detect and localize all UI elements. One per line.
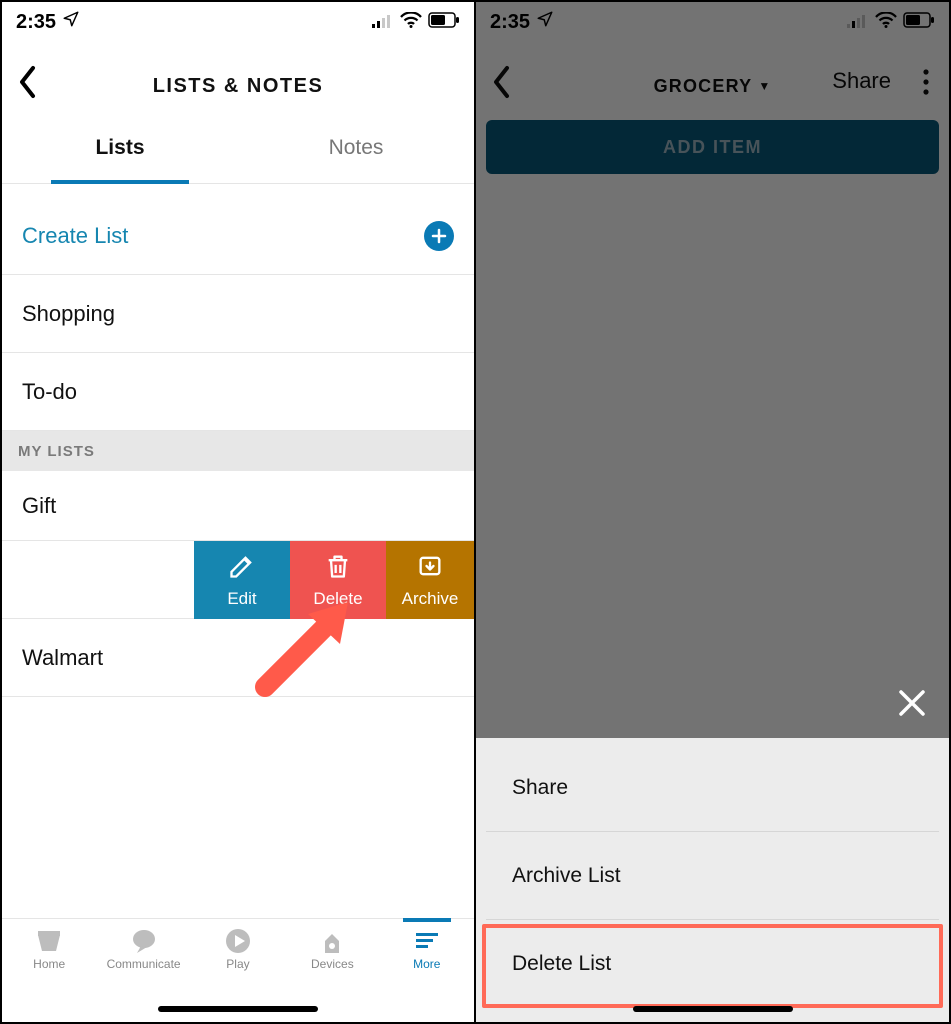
tab-more[interactable]: More [387,927,467,971]
list-row-gift[interactable]: Gift [2,471,474,541]
wifi-icon [400,11,422,34]
tab-devices-label: Devices [311,957,354,971]
tab-communicate[interactable]: Communicate [104,927,184,971]
swipe-delete-button[interactable]: Delete [290,541,386,619]
tab-communicate-label: Communicate [107,957,181,971]
clock: 2:35 [16,11,56,34]
plus-icon[interactable] [424,221,454,251]
tab-play-label: Play [226,957,249,971]
list-row-walmart[interactable]: Walmart [2,619,474,697]
home-indicator[interactable] [633,1006,793,1012]
swipe-delete-label: Delete [313,589,362,609]
location-arrow-icon [62,10,80,34]
sheet-delete[interactable]: Delete List [486,920,939,1008]
section-my-lists: MY LISTS [2,431,474,471]
action-sheet: Share Archive List Delete List [476,738,949,1022]
swipe-archive-button[interactable]: Archive [386,541,474,619]
screen-lists: 2:35 LISTS & NOTES [2,2,476,1022]
swipe-edit-label: Edit [227,589,256,609]
archive-icon [416,552,444,585]
tab-devices[interactable]: Devices [292,927,372,971]
page-title: LISTS & NOTES [153,75,324,98]
tab-notes[interactable]: Notes [238,128,474,183]
swipe-archive-label: Archive [402,589,459,609]
swipe-edit-button[interactable]: Edit [194,541,290,619]
battery-icon [428,11,460,34]
modal-backdrop[interactable] [476,2,949,738]
tabs: Lists Notes [2,128,474,184]
tab-lists[interactable]: Lists [2,128,238,183]
back-icon[interactable] [14,64,44,105]
pencil-icon [228,552,256,585]
tab-home-label: Home [33,957,65,971]
status-bar: 2:35 [2,2,474,42]
create-list-label: Create List [22,223,128,249]
screen-grocery: 2:35 [476,2,949,1022]
sheet-archive[interactable]: Archive List [486,832,939,920]
list-row-todo[interactable]: To-do [2,353,474,431]
home-indicator[interactable] [158,1006,318,1012]
header: LISTS & NOTES [2,60,474,112]
swipe-actions-row: Edit Delete Archive [2,541,474,619]
tab-play[interactable]: Play [198,927,278,971]
close-icon[interactable] [895,686,929,725]
sheet-share[interactable]: Share [486,744,939,832]
tab-more-label: More [413,957,440,971]
create-list-row[interactable]: Create List [2,197,474,275]
trash-icon [324,552,352,585]
tab-home[interactable]: Home [9,927,89,971]
list-row-shopping[interactable]: Shopping [2,275,474,353]
cellular-icon [372,11,394,34]
